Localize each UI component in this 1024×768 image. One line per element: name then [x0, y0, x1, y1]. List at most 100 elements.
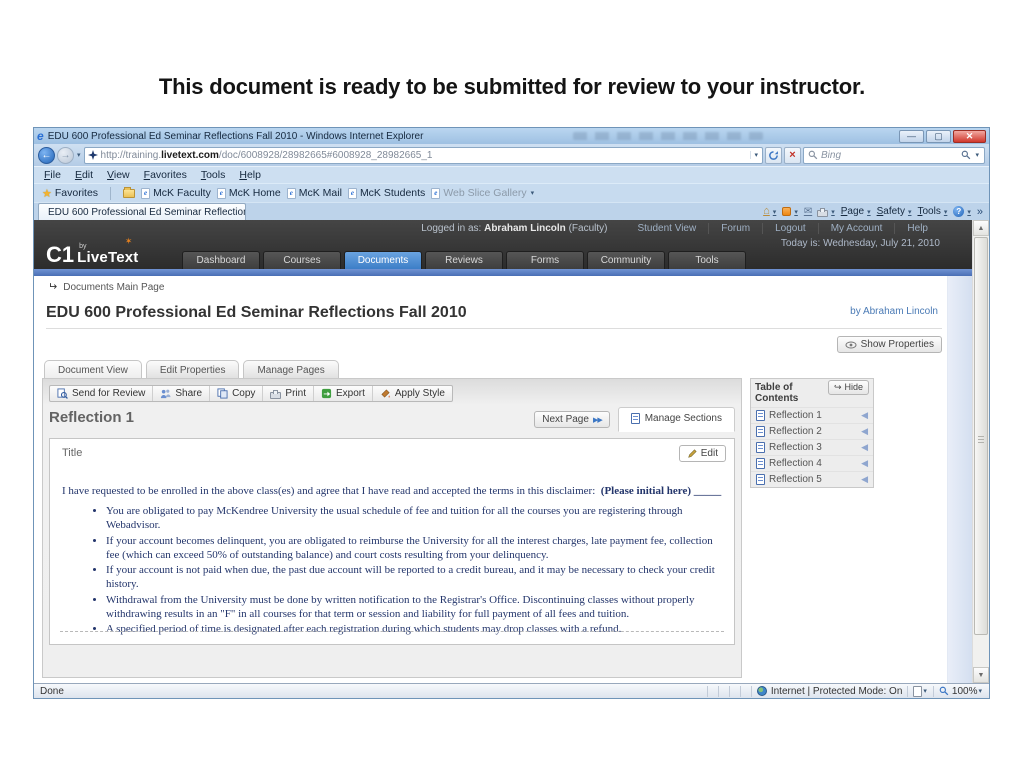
security-zone-text: Internet | Protected Mode: On — [770, 685, 903, 697]
favorites-button[interactable]: ★ Favorites — [42, 187, 98, 200]
tab-reviews[interactable]: Reviews — [425, 251, 503, 269]
back-button[interactable]: ← — [38, 146, 55, 164]
tab-documents[interactable]: Documents — [344, 251, 422, 269]
add-favorites-folder-icon[interactable] — [123, 186, 136, 198]
tab-dashboard[interactable]: Dashboard — [182, 251, 260, 269]
history-dropdown-icon[interactable]: ▾ — [76, 151, 82, 159]
apply-style-button[interactable]: Apply Style — [373, 386, 452, 401]
next-page-button[interactable]: Next Page ▶▶ — [534, 411, 610, 428]
zoom-magnifier-icon[interactable] — [939, 686, 949, 696]
toolbar-overflow-icon[interactable]: » — [977, 206, 983, 218]
toc-header: Table of Contents ↪ Hide — [751, 379, 873, 407]
section-header: Reflection 1 Next Page ▶▶ Manage Section… — [49, 407, 735, 434]
tab-courses[interactable]: Courses — [263, 251, 341, 269]
toc-item-reflection-5[interactable]: Reflection 5 ◀ — [751, 471, 873, 487]
section-title: Reflection 1 — [49, 409, 135, 426]
browser-tab[interactable]: EDU 600 Professional Ed Seminar Reflecti… — [38, 203, 246, 220]
favorites-link-mck-home[interactable]: e McK Home — [216, 187, 281, 199]
link-forum[interactable]: Forum — [708, 223, 762, 234]
left-arrow-icon: ◀ — [861, 474, 868, 484]
breadcrumb[interactable]: ↵ Documents Main Page — [48, 281, 164, 293]
tab-tools[interactable]: Tools — [668, 251, 746, 269]
document-panel: Send for Review Share Copy Print Export … — [42, 378, 742, 678]
left-arrow-icon: ◀ — [861, 458, 868, 468]
rss-icon — [782, 207, 792, 216]
list-item: You are obligated to pay McKendree Unive… — [106, 504, 722, 533]
scroll-down-button[interactable]: ▼ — [973, 667, 989, 683]
title-bar[interactable]: e EDU 600 Professional Ed Seminar Reflec… — [34, 128, 989, 144]
search-input[interactable]: Bing ▾ — [803, 146, 985, 164]
restore-button[interactable]: ▢ — [926, 129, 951, 143]
tools-menu[interactable]: Tools ▾ — [917, 206, 948, 217]
chevron-down-icon[interactable]: ▾ — [922, 687, 928, 695]
send-for-review-button[interactable]: Send for Review — [50, 386, 154, 401]
read-mail-button[interactable]: ✉ — [804, 206, 812, 217]
menu-tools[interactable]: Tools — [201, 169, 226, 181]
refresh-button[interactable] — [765, 146, 782, 164]
hide-toc-button[interactable]: ↪ Hide — [827, 379, 869, 395]
menu-view[interactable]: View — [107, 169, 130, 181]
print-button[interactable]: ▾ — [817, 207, 836, 217]
favorites-link-web-slice-gallery[interactable]: e Web Slice Gallery ▾ — [431, 187, 535, 199]
edit-button[interactable]: Edit — [678, 445, 726, 462]
scrollbar-thumb[interactable] — [974, 237, 988, 635]
tab-edit-properties[interactable]: Edit Properties — [145, 360, 240, 380]
page-menu[interactable]: Page ▾ — [841, 206, 872, 217]
home-button[interactable]: ⌂ ▾ — [763, 206, 777, 217]
byline[interactable]: by Abraham Lincoln — [850, 306, 938, 317]
favorites-link-mck-students[interactable]: e McK Students — [347, 187, 425, 199]
page-fit-icon[interactable] — [913, 685, 923, 697]
toc-item-reflection-2[interactable]: Reflection 2 ◀ — [751, 423, 873, 439]
link-help[interactable]: Help — [894, 223, 940, 234]
return-arrow-icon: ↵ — [48, 281, 58, 293]
link-student-view[interactable]: Student View — [625, 223, 708, 234]
export-button[interactable]: Export — [314, 386, 373, 401]
url-field[interactable]: http://training.livetext.com/doc/6008928… — [83, 146, 763, 164]
zoom-level[interactable]: 100% — [952, 686, 978, 697]
tab-manage-pages[interactable]: Manage Pages — [243, 360, 339, 380]
document-icon — [756, 474, 765, 485]
tab-document-view[interactable]: Document View — [44, 360, 142, 380]
address-dropdown-icon[interactable]: ▾ — [750, 151, 759, 159]
search-dropdown-icon[interactable]: ▾ — [974, 151, 980, 159]
favorites-link-mck-faculty[interactable]: e McK Faculty — [141, 187, 211, 199]
forward-button[interactable]: → — [57, 146, 74, 164]
link-my-account[interactable]: My Account — [817, 223, 895, 234]
copy-button[interactable]: Copy — [210, 386, 264, 401]
show-properties-button[interactable]: Show Properties — [836, 336, 942, 353]
collapse-arrow-icon: ↪ — [833, 381, 842, 392]
status-bar: Done Internet | Protected Mode: On ▾ 100… — [34, 683, 989, 698]
toc-item-reflection-1[interactable]: Reflection 1 ◀ — [751, 407, 873, 423]
paint-bucket-icon — [381, 389, 390, 398]
logo-spark-icon: ✶ — [124, 236, 133, 246]
safety-menu[interactable]: Safety ▾ — [877, 206, 913, 217]
toc-item-reflection-4[interactable]: Reflection 4 ◀ — [751, 455, 873, 471]
document-icon — [756, 442, 765, 453]
help-menu[interactable]: ? ▾ — [953, 206, 972, 217]
feeds-button[interactable]: ▾ — [782, 207, 799, 216]
stop-button[interactable]: × — [784, 146, 801, 164]
menu-help[interactable]: Help — [239, 169, 261, 181]
eye-icon — [845, 341, 857, 348]
close-button[interactable]: ✕ — [953, 129, 986, 143]
tab-forms[interactable]: Forms — [506, 251, 584, 269]
tab-community[interactable]: Community — [587, 251, 665, 269]
minimize-button[interactable]: — — [899, 129, 924, 143]
share-button[interactable]: Share — [153, 386, 211, 401]
favorites-link-mck-mail[interactable]: e McK Mail — [286, 187, 342, 199]
search-go-icon[interactable] — [961, 150, 971, 160]
scroll-up-button[interactable]: ▲ — [973, 220, 989, 236]
menu-edit[interactable]: Edit — [75, 169, 93, 181]
zoom-dropdown-icon[interactable]: ▾ — [977, 687, 983, 695]
menu-file[interactable]: File — [44, 169, 61, 181]
list-item: Withdrawal from the University must be d… — [106, 593, 722, 622]
list-item: If your account becomes delinquent, you … — [106, 534, 722, 563]
vertical-scrollbar[interactable]: ▲ ▼ — [972, 220, 989, 683]
toc-item-reflection-3[interactable]: Reflection 3 ◀ — [751, 439, 873, 455]
manage-sections-button[interactable]: Manage Sections — [617, 407, 735, 432]
status-text: Done — [40, 685, 64, 697]
livetext-logo[interactable]: C1 by LiveText ✶ — [46, 237, 138, 266]
menu-favorites[interactable]: Favorites — [144, 169, 187, 181]
link-logout[interactable]: Logout — [762, 223, 818, 234]
print-button-doc[interactable]: Print — [263, 386, 314, 401]
